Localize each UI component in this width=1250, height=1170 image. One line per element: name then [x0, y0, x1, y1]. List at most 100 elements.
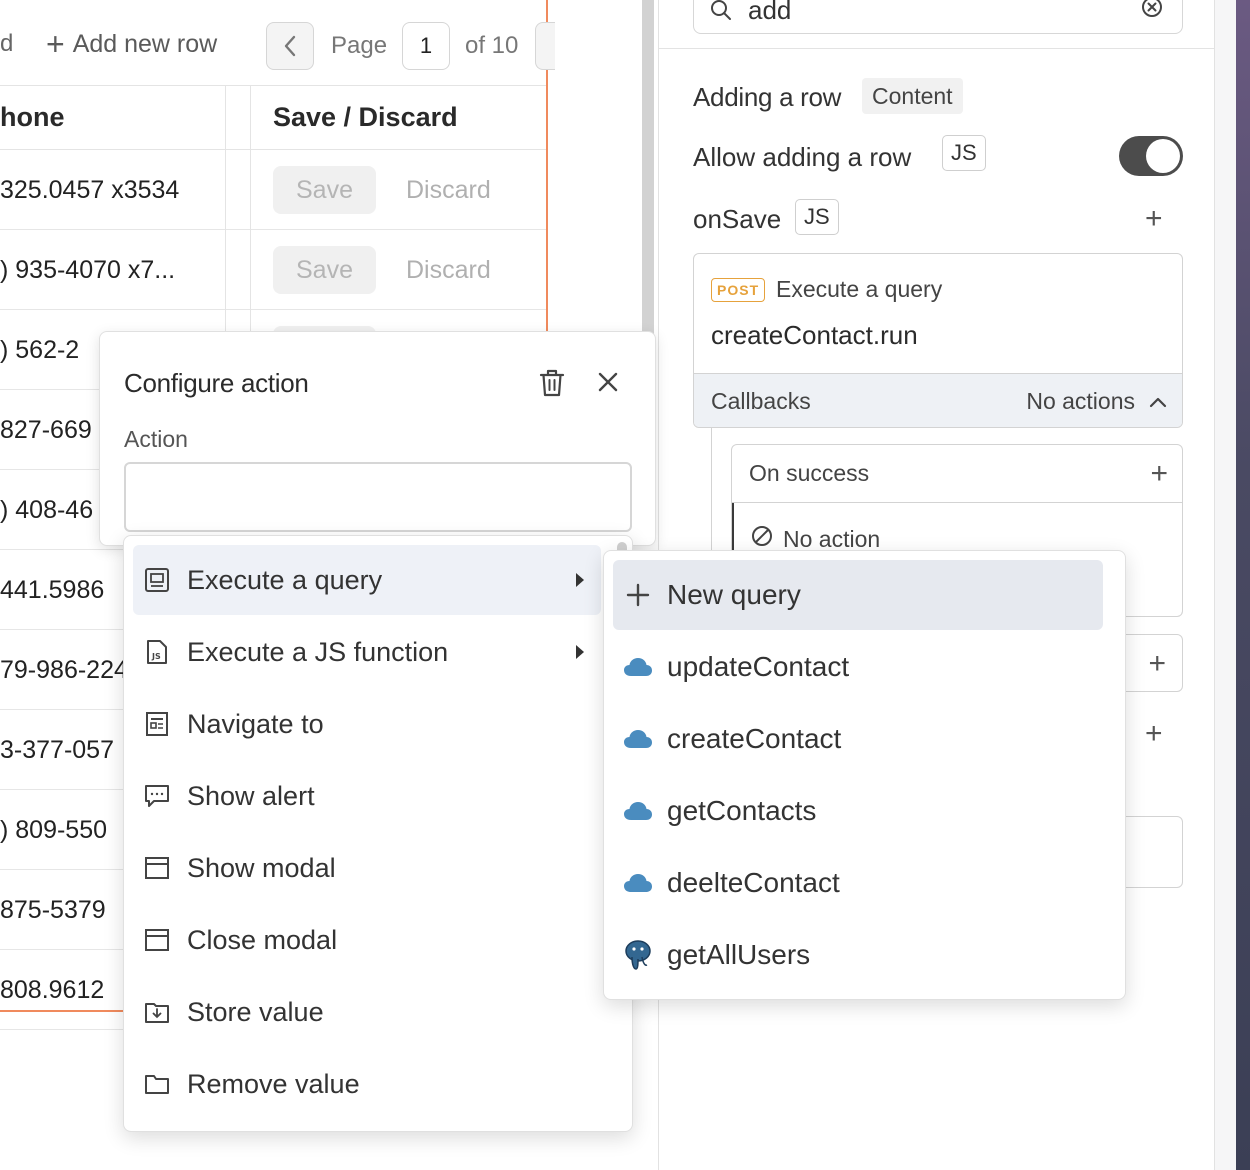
on-success-header: On success + [732, 445, 1182, 503]
navigate-icon [143, 710, 171, 738]
ban-icon [751, 525, 773, 553]
add-new-row-button[interactable]: + Add new row [46, 28, 217, 60]
allow-adding-row-js-toggle[interactable]: JS [942, 135, 986, 171]
column-header-phone[interactable]: hone [0, 86, 226, 150]
store-icon [143, 998, 171, 1026]
table-row[interactable]: 325.0457 x3534 Save Discard [0, 150, 546, 230]
save-button[interactable]: Save [273, 246, 376, 294]
section-badge: Content [862, 78, 963, 114]
switch-knob [1146, 139, 1180, 173]
query-item-new-query[interactable]: New query [613, 560, 1103, 630]
prev-page-button[interactable] [266, 22, 314, 70]
search-icon [710, 0, 732, 21]
onsave-label: onSave [693, 204, 782, 234]
add-new-row-label: Add new row [72, 29, 218, 58]
property-search-input[interactable]: add [693, 0, 1183, 34]
action-card-type: Execute a query [776, 276, 943, 302]
callbacks-label: Callbacks [711, 388, 811, 414]
phone-cell[interactable]: 325.0457 x3534 [0, 150, 226, 230]
section-title: Adding a row [693, 82, 842, 112]
menu-item-show-alert[interactable]: Show alert [133, 761, 601, 831]
modal-icon [143, 926, 171, 954]
add-on-failure-button[interactable]: + [1148, 649, 1166, 679]
query-item-label: updateContact [667, 651, 850, 682]
phone-cell[interactable]: ) 935-4070 x7... [0, 230, 226, 310]
cloud-icon [622, 867, 654, 899]
add-on-success-button[interactable]: + [1150, 459, 1168, 489]
query-item-getcontacts[interactable]: getContacts [613, 776, 1103, 846]
save-button[interactable]: Save [273, 166, 376, 214]
table-cell [226, 230, 251, 310]
menu-item-label: Close modal [187, 924, 338, 955]
menu-item-label: Store value [187, 996, 324, 1027]
post-method-badge: POST [711, 278, 766, 302]
callback-tree-line [711, 428, 712, 568]
modal-icon [143, 854, 171, 882]
allow-adding-row-switch[interactable] [1119, 136, 1183, 176]
table-row[interactable]: ) 935-4070 x7... Save Discard [0, 230, 546, 310]
plus-icon [622, 579, 654, 611]
column-header-save-discard[interactable]: Save / Discard [251, 86, 546, 150]
configure-action-title: Configure action [124, 368, 309, 398]
onsave-action-card[interactable]: POST Execute a query createContact.run C… [693, 253, 1183, 428]
postgres-icon [622, 939, 654, 971]
clear-search-icon[interactable] [1140, 0, 1164, 24]
on-success-label: On success [749, 460, 870, 486]
menu-item-label: Remove value [187, 1068, 360, 1099]
query-item-label: getContacts [667, 795, 817, 826]
cloud-icon [622, 795, 654, 827]
menu-item-show-modal[interactable]: Show modal [133, 833, 601, 903]
close-icon[interactable] [596, 370, 620, 399]
query-item-updatecontact[interactable]: updateContact [613, 632, 1103, 702]
window-edge-strip [1236, 0, 1250, 1170]
menu-item-execute-a-js-function[interactable]: JS Execute a JS function [133, 617, 601, 687]
chevron-left-icon [284, 35, 296, 57]
callbacks-toggle[interactable]: Callbacks No actions [694, 373, 1182, 427]
callbacks-status: No actions [1026, 388, 1135, 414]
add-onsave-action-button[interactable]: + [1145, 204, 1163, 234]
query-submenu: New query updateContact createContact getCo… [603, 550, 1126, 1000]
action-field-label: Action [124, 426, 188, 452]
submenu-arrow-icon [575, 644, 585, 665]
query-item-getallusers[interactable]: getAllUsers [613, 920, 1103, 990]
alert-icon [143, 782, 171, 810]
query-item-deeltecontact[interactable]: deelteContact [613, 848, 1103, 918]
page-label: Page [331, 32, 388, 59]
action-card-query: createContact.run [711, 320, 918, 350]
menu-item-label: Execute a query [187, 564, 383, 595]
submenu-arrow-icon [575, 572, 585, 593]
add-property-button[interactable]: + [1145, 719, 1163, 749]
column-header-gap [226, 86, 251, 150]
page-number-input[interactable]: 1 [402, 22, 450, 70]
configure-action-popover: Configure action Action [99, 331, 656, 546]
discard-button[interactable]: Discard [406, 166, 491, 214]
query-item-label: getAllUsers [667, 939, 811, 970]
plus-icon: + [46, 26, 65, 62]
menu-item-remove-value[interactable]: Remove value [133, 1049, 601, 1119]
trash-icon[interactable] [538, 368, 566, 403]
right-sidebar-edge [1214, 0, 1250, 1170]
toolbar-truncated-text: d [0, 30, 14, 57]
next-page-button[interactable] [535, 22, 555, 70]
table-toolbar: d + Add new row Page 1 of 10 [0, 0, 555, 86]
allow-adding-row-label: Allow adding a row [693, 142, 912, 172]
query-icon [143, 566, 171, 594]
svg-text:JS: JS [151, 652, 161, 661]
menu-item-store-value[interactable]: Store value [133, 977, 601, 1047]
menu-item-label: Execute a JS function [187, 636, 449, 667]
action-select-input[interactable] [124, 462, 632, 532]
menu-item-execute-a-query[interactable]: Execute a query [133, 545, 601, 615]
menu-item-label: Show modal [187, 852, 336, 883]
menu-item-close-modal[interactable]: Close modal [133, 905, 601, 975]
canvas-scrollbar[interactable] [642, 0, 654, 335]
onsave-js-toggle[interactable]: JS [795, 199, 839, 235]
discard-button[interactable]: Discard [406, 246, 491, 294]
cloud-icon [622, 651, 654, 683]
menu-item-navigate-to[interactable]: Navigate to [133, 689, 601, 759]
action-type-menu: Execute a query JS Execute a JS function Na… [123, 535, 633, 1132]
search-value: add [748, 0, 792, 25]
no-action-row: No action [751, 525, 880, 553]
menu-item-label: Navigate to [187, 708, 324, 739]
chevron-up-icon [1149, 397, 1167, 407]
query-item-createcontact[interactable]: createContact [613, 704, 1103, 774]
